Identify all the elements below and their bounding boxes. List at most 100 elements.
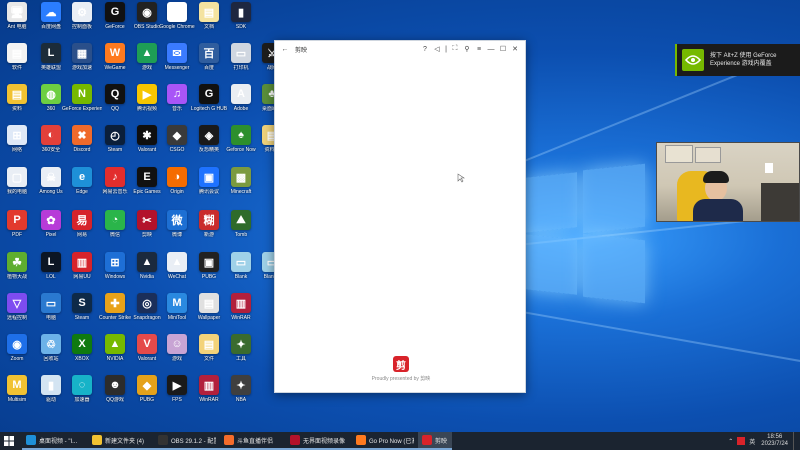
desktop-icon[interactable]: ▣ PUBG xyxy=(192,252,226,292)
desktop-icon[interactable]: NGeForce Experience xyxy=(62,84,102,124)
desktop-icon[interactable]: 🖥 Ant 电脑 xyxy=(0,2,34,42)
desktop-icon[interactable]: ▦ 游戏加速 xyxy=(65,43,99,83)
desktop-icon[interactable]: 糊新游 xyxy=(192,210,226,250)
desktop-icon[interactable]: ◆ PUBG xyxy=(130,375,164,415)
desktop-icon[interactable]: M Multisim xyxy=(0,375,34,415)
desktop-icon[interactable]: ◎ Snapdragon xyxy=(130,293,164,333)
desktop-icon[interactable]: 微微博 xyxy=(160,210,194,250)
desktop-icon[interactable]: M MiniTool xyxy=(160,293,194,333)
desktop-icon[interactable]: A Adobe xyxy=(224,84,258,124)
tray-chevron-icon[interactable]: ⌃ xyxy=(728,438,733,445)
clock[interactable]: 18:56 2023/7/24 xyxy=(761,434,788,448)
menu-icon[interactable]: ≡ xyxy=(473,43,485,55)
show-desktop-button[interactable] xyxy=(793,432,796,450)
taskbar-item[interactable]: 斗鱼直播伴侣 xyxy=(220,432,286,450)
desktop-icon[interactable]: ♪ 网易云音乐 xyxy=(98,167,132,207)
desktop-icon[interactable]: ◎ Google Chrome xyxy=(159,2,195,42)
app-window[interactable]: ← 剪映 ? ◁ | ⛶ ⚲ ≡ — ☐ ✕ 剪 Proudly present… xyxy=(274,40,526,393)
desktop-icon[interactable]: ▽ 远程控制 xyxy=(0,293,34,333)
desktop-icon[interactable]: ◴ Steam xyxy=(98,125,132,165)
desktop-icon[interactable]: ▲ WeChat xyxy=(160,252,194,292)
desktop-icon[interactable]: G GeForce xyxy=(98,2,132,42)
desktop-icon[interactable]: ▢ 我的电脑 xyxy=(0,167,34,207)
desktop-icon[interactable]: ☁ 百度网盘 xyxy=(34,2,68,42)
input-method-indicator[interactable]: 英 xyxy=(749,437,755,446)
desktop-icon[interactable]: ✱ Valorant xyxy=(130,125,164,165)
fullscreen-icon[interactable]: ⛶ xyxy=(449,43,461,55)
taskbar-item[interactable]: 桌面视频 - "I... xyxy=(22,432,88,450)
desktop-icon[interactable]: ✚ Counter Strike xyxy=(98,293,132,333)
desktop-icon[interactable]: ▭ Blank xyxy=(224,252,258,292)
desktop-icon[interactable]: ◆ CSGO xyxy=(160,125,194,165)
desktop-icon[interactable]: ▤ 软件 xyxy=(0,43,34,83)
desktop-icon[interactable]: ▭ 电脑 xyxy=(34,293,68,333)
desktop-icon[interactable]: L LOL xyxy=(34,252,68,292)
taskbar-item[interactable]: Go Pro Now (已激... xyxy=(352,432,418,450)
desktop-icon[interactable]: ✖ Discord xyxy=(65,125,99,165)
taskbar-item[interactable]: 无界面视频录像 xyxy=(286,432,352,450)
desktop-icon[interactable]: W WeGame xyxy=(98,43,132,83)
desktop-icon[interactable]: 易网易 xyxy=(65,210,99,250)
desktop-icon[interactable]: ▥ 网易UU xyxy=(65,252,99,292)
desktop-icon[interactable]: ▮ SDK xyxy=(224,2,258,42)
back-arrow-icon[interactable]: ← xyxy=(279,43,291,55)
desktop-icon[interactable]: ♠ Geforce Now xyxy=(224,125,258,165)
desktop-icon[interactable]: ▥ WinRAR xyxy=(224,293,258,333)
desktop-icon[interactable]: ✦ 工具 xyxy=(224,334,258,374)
desktop-icon[interactable]: ◐ 360安全 xyxy=(34,125,68,165)
minimize-button[interactable]: — xyxy=(485,43,497,55)
desktop-icon[interactable]: ✿ Pixel xyxy=(34,210,68,250)
desktop-icon[interactable]: ▤ 文件 xyxy=(192,334,226,374)
desktop-icon[interactable]: ▲ NVIDIA xyxy=(98,334,132,374)
desktop-icon[interactable]: ◌ 加速器 xyxy=(65,375,99,415)
desktop-icon[interactable]: ▤ Wallpaper xyxy=(192,293,226,333)
desktop-icon[interactable]: ◑ Origin xyxy=(160,167,194,207)
desktop-icon[interactable]: L 英雄联盟 xyxy=(34,43,68,83)
desktop-icon[interactable]: E Epic Games xyxy=(130,167,164,207)
desktop-icon[interactable]: ✉ Messenger xyxy=(160,43,194,83)
desktop-icon[interactable]: ◔ 微信 xyxy=(98,210,132,250)
close-button[interactable]: ✕ xyxy=(509,43,521,55)
title-bar[interactable]: ← 剪映 ? ◁ | ⛶ ⚲ ≡ — ☐ ✕ xyxy=(275,41,525,57)
desktop-icon[interactable]: P PDF xyxy=(0,210,34,250)
desktop-icon[interactable]: ♲ 回收站 xyxy=(34,334,68,374)
maximize-button[interactable]: ☐ xyxy=(497,43,509,55)
desktop-icon[interactable]: ▥ WinRAR xyxy=(192,375,226,415)
desktop-icon[interactable]: ▭ 打印机 xyxy=(224,43,258,83)
help-icon[interactable]: ? xyxy=(419,43,431,55)
desktop-icon[interactable]: 百百度 xyxy=(192,43,226,83)
desktop-icon[interactable]: e Edge xyxy=(65,167,99,207)
desktop-icon[interactable]: ▶ FPS xyxy=(160,375,194,415)
desktop-icon[interactable]: ▲ 游戏 xyxy=(130,43,164,83)
taskbar-item[interactable]: 新建文件夹 (4) xyxy=(88,432,154,450)
volume-icon[interactable]: ◁ xyxy=(431,43,443,55)
desktop-icon[interactable]: ▮ 驱动 xyxy=(34,375,68,415)
desktop-icon[interactable]: ▩ Minecraft xyxy=(224,167,258,207)
desktop-icon[interactable]: Q QQ xyxy=(98,84,132,124)
desktop-icon[interactable]: ♫ 音乐 xyxy=(160,84,194,124)
desktop-icon[interactable]: ▲ Nvidia xyxy=(130,252,164,292)
start-button[interactable] xyxy=(0,432,18,450)
desktop-icon[interactable]: ☠ Among Us xyxy=(34,167,68,207)
desktop-icon[interactable]: ◈ 反恐精英 xyxy=(192,125,226,165)
desktop-icon[interactable]: ▤ 资料 xyxy=(0,84,34,124)
desktop-icon[interactable]: ▶ 腾讯视频 xyxy=(130,84,164,124)
desktop-icon[interactable]: S Steam xyxy=(65,293,99,333)
desktop-icon[interactable]: V Valorant xyxy=(130,334,164,374)
taskbar-item[interactable]: 剪映 xyxy=(418,432,452,450)
geforce-notification[interactable]: 按下 Alt+Z 使用 GeForce Experience 游戏内覆盖 xyxy=(675,44,800,76)
desktop-icon[interactable]: ⛰ Tomb xyxy=(224,210,258,250)
desktop-icon[interactable]: ▣ 腾讯会议 xyxy=(192,167,226,207)
desktop-icon[interactable]: ⊞ 网络 xyxy=(0,125,34,165)
desktop-icon[interactable]: ☺ 游戏 xyxy=(160,334,194,374)
desktop-icon[interactable]: ✂ 剪映 xyxy=(130,210,164,250)
desktop-icon[interactable]: ◉ OBS Studio xyxy=(130,2,164,42)
pin-icon[interactable]: ⚲ xyxy=(461,43,473,55)
desktop-icon[interactable]: ▤ 文档 xyxy=(192,2,226,42)
taskbar-item[interactable]: OBS 29.1.2 - 配置... xyxy=(154,432,220,450)
desktop-icon[interactable]: ✦ NBA xyxy=(224,375,258,415)
desktop-icon[interactable]: ☘ 植物大战 xyxy=(0,252,34,292)
tray-app-icon[interactable] xyxy=(737,437,746,445)
desktop-icon[interactable]: ◉ Zoom xyxy=(0,334,34,374)
desktop-icon[interactable]: ⊞ Windows xyxy=(98,252,132,292)
